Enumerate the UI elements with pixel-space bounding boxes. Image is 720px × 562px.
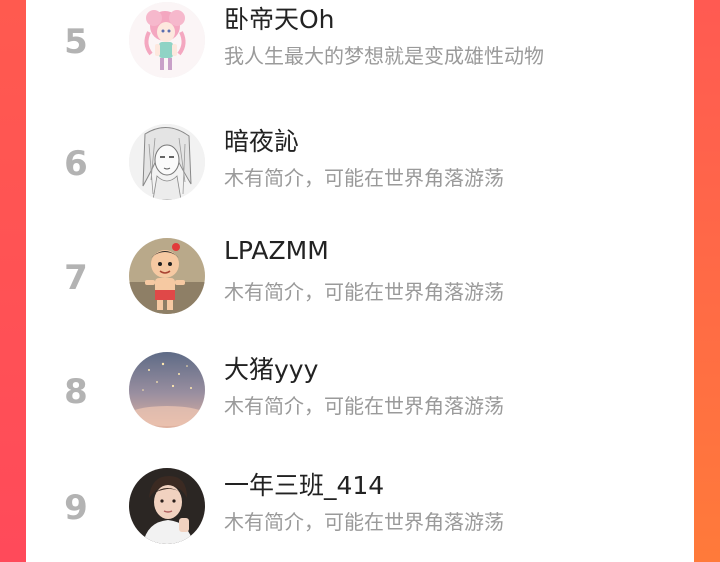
rank-number: 7 [64,258,88,298]
leaderboard-card: 5 卧帝天Oh 我人生最大的梦想就是变成雄性动物 6 暗夜訫 木有简介，可能在世… [26,0,694,562]
user-bio: 我人生最大的梦想就是变成雄性动物 [224,44,544,68]
leaderboard-row[interactable]: 5 卧帝天Oh 我人生最大的梦想就是变成雄性动物 [26,0,694,108]
user-bio: 木有简介，可能在世界角落游荡 [224,510,504,534]
user-name: 卧帝天Oh [224,5,335,34]
user-bio: 木有简介，可能在世界角落游荡 [224,280,504,304]
rank-number: 6 [64,144,88,184]
user-name: LPAZMM [224,236,329,265]
young-man-portrait-avatar[interactable] [129,468,205,544]
user-bio: 木有简介，可能在世界角落游荡 [224,394,504,418]
user-name: 大猪yyy [224,355,319,384]
rank-number: 9 [64,488,88,528]
rank-number: 8 [64,372,88,412]
leaderboard-row[interactable]: 8 大猪yyy 木有简介，可能在世界角落游荡 [26,344,694,458]
sunset-sky-avatar[interactable] [129,352,205,428]
anime-girl-pink-hair-avatar[interactable] [129,2,205,78]
user-name: 一年三班_414 [224,471,385,500]
user-name: 暗夜訫 [224,127,300,156]
leaderboard-row[interactable]: 6 暗夜訫 木有简介，可能在世界角落游荡 [26,116,694,230]
leaderboard-row[interactable]: 9 一年三班_414 木有简介，可能在世界角落游荡 [26,460,694,562]
sketch-girl-avatar[interactable] [129,124,205,200]
user-bio: 木有简介，可能在世界角落游荡 [224,166,504,190]
rank-number: 5 [64,22,88,62]
background-gradient-left [0,0,26,562]
background-gradient-right [694,0,720,562]
cartoon-boy-avatar[interactable] [129,238,205,314]
leaderboard-row[interactable]: 7 LPAZMM 木有简介，可能在世界角落游荡 [26,230,694,344]
